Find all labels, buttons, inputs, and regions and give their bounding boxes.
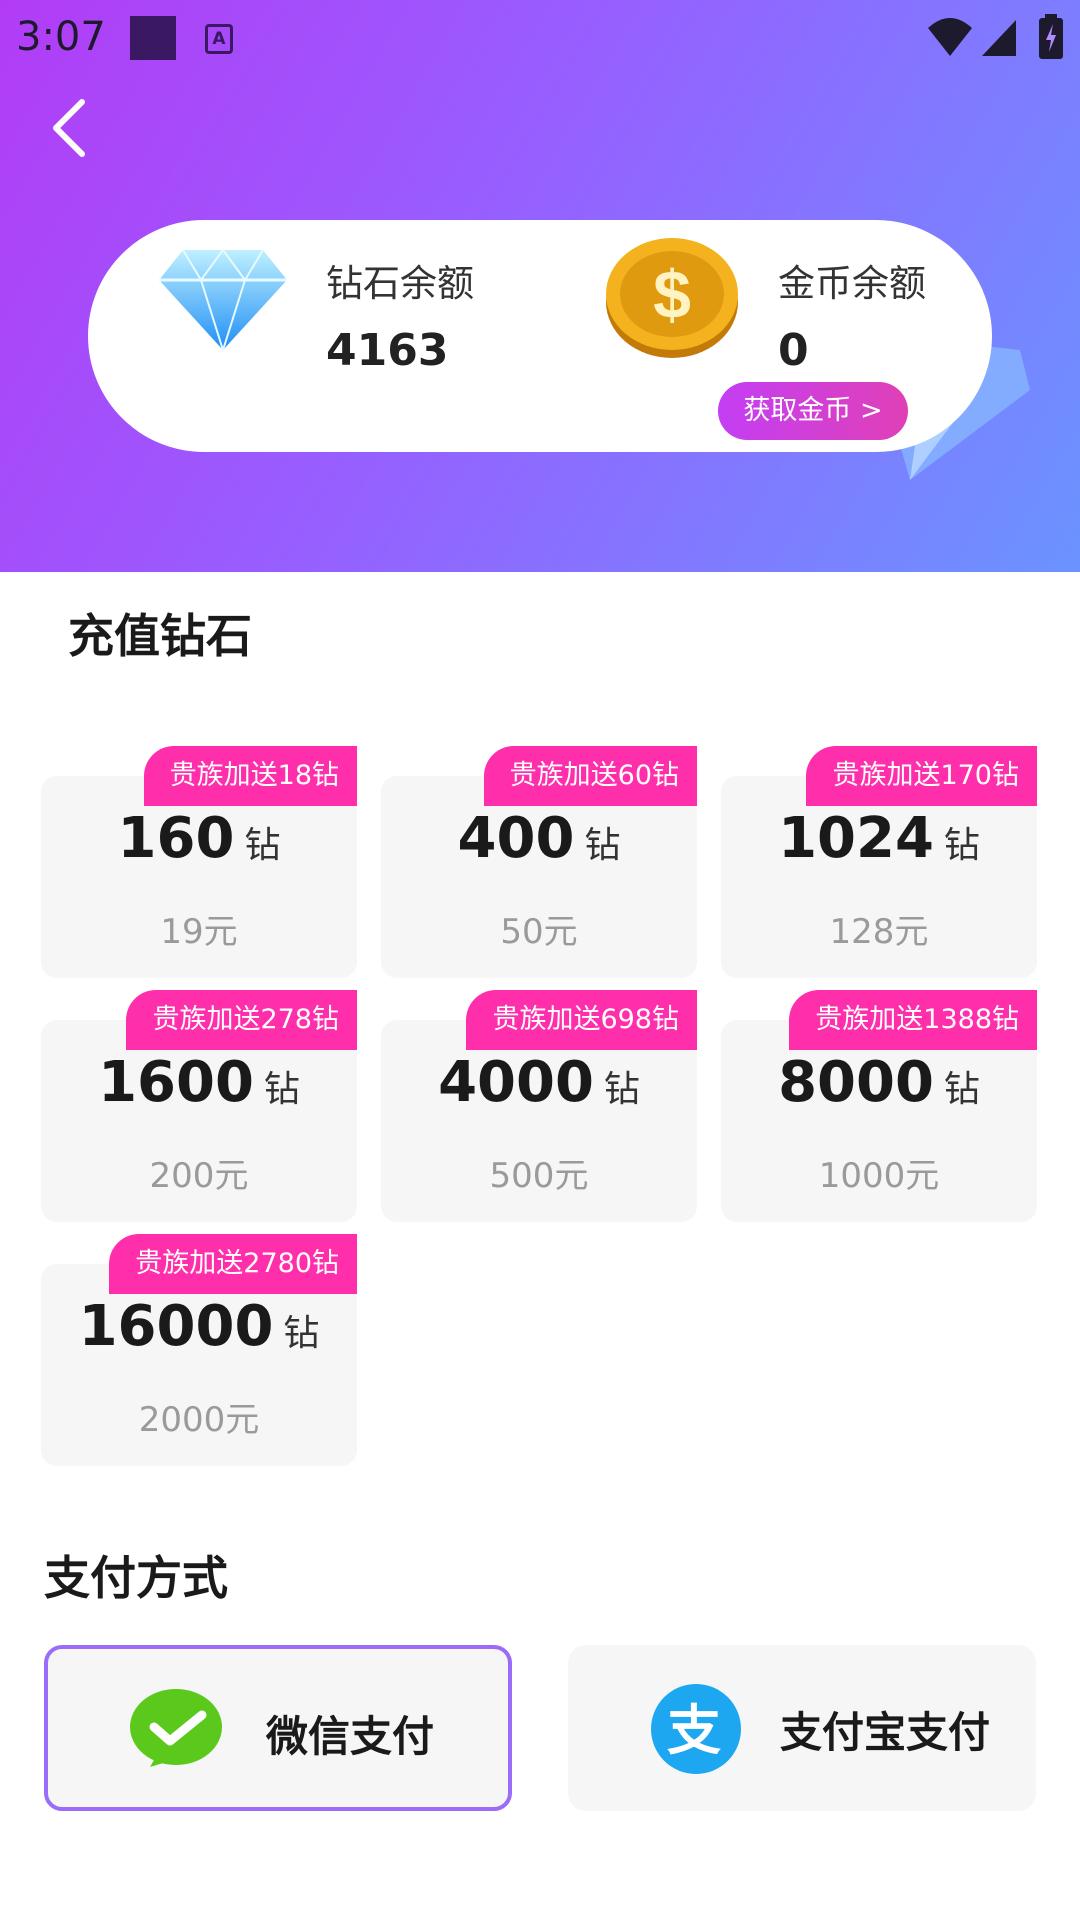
package-amount-row: 4000 钻	[381, 1050, 697, 1115]
package-bonus-badge: 贵族加送1388钻	[789, 990, 1037, 1050]
diamond-package[interactable]: 贵族加送2780钻 16000 钻 2000元	[41, 1234, 357, 1466]
package-amount-row: 8000 钻	[721, 1050, 1037, 1115]
package-price: 200元	[149, 1156, 249, 1196]
package-unit: 钻	[943, 825, 980, 866]
diamond-balance-label: 钻石余额	[326, 262, 474, 305]
package-unit: 钻	[263, 1069, 300, 1110]
alipay-label: 支付宝支付	[780, 1708, 991, 1757]
package-bonus-badge: 贵族加送698钻	[466, 990, 697, 1050]
coin-icon: $	[606, 238, 738, 358]
package-amount: 16000	[78, 1294, 274, 1359]
status-time: 3:07	[16, 14, 106, 60]
alipay-icon: 支	[651, 1684, 741, 1774]
signal-icon	[982, 20, 1016, 56]
wechat-pay-label: 微信支付	[266, 1712, 435, 1761]
alipay-option[interactable]: 支 支付宝支付	[568, 1645, 1036, 1811]
package-amount: 4000	[438, 1050, 594, 1115]
diamond-package[interactable]: 贵族加送698钻 4000 钻 500元	[381, 990, 697, 1222]
diamond-icon	[159, 248, 287, 354]
package-amount: 400	[457, 806, 575, 871]
coin-balance-label: 金币余额	[778, 262, 926, 305]
battery-icon	[1039, 14, 1063, 59]
package-bonus-badge: 贵族加送60钻	[483, 746, 697, 806]
package-amount: 8000	[778, 1050, 934, 1115]
diamond-package[interactable]: 贵族加送170钻 1024 钻 128元	[721, 746, 1037, 978]
diamond-package[interactable]: 贵族加送60钻 400 钻 50元	[381, 746, 697, 978]
package-unit: 钻	[244, 825, 281, 866]
package-amount-row: 16000 钻	[41, 1294, 357, 1359]
chevron-left-icon	[53, 99, 85, 157]
package-amount: 1024	[778, 806, 934, 871]
package-bonus-badge: 贵族加送170钻	[806, 746, 1037, 806]
package-amount-row: 1600 钻	[41, 1050, 357, 1115]
package-amount: 160	[117, 806, 235, 871]
app-badge-icon: A	[205, 24, 233, 54]
coin-balance-value: 0	[778, 325, 809, 376]
svg-text:支: 支	[667, 1699, 721, 1762]
package-price: 500元	[489, 1156, 589, 1196]
diamond-package[interactable]: 贵族加送278钻 1600 钻 200元	[41, 990, 357, 1222]
package-unit: 钻	[283, 1313, 320, 1354]
svg-text:$: $	[653, 257, 691, 333]
get-coins-button[interactable]: 获取金币 >	[718, 382, 908, 440]
package-price: 19元	[160, 912, 238, 952]
package-bonus-badge: 贵族加送2780钻	[109, 1234, 357, 1294]
recharge-title: 充值钻石	[68, 609, 252, 663]
package-amount: 1600	[98, 1050, 254, 1115]
wechat-pay-icon	[130, 1689, 222, 1767]
package-amount-row: 160 钻	[41, 806, 357, 871]
wechat-pay-option[interactable]: 微信支付	[44, 1645, 512, 1811]
package-price: 128元	[829, 912, 929, 952]
diamond-package[interactable]: 贵族加送18钻 160 钻 19元	[41, 746, 357, 978]
package-price: 50元	[500, 912, 578, 952]
wifi-icon	[928, 18, 972, 56]
package-unit: 钻	[943, 1069, 980, 1110]
status-bar: 3:07 A	[0, 0, 1080, 78]
diamond-balance-value: 4163	[326, 325, 449, 376]
package-unit: 钻	[584, 825, 621, 866]
package-price: 1000元	[818, 1156, 940, 1196]
back-button[interactable]	[40, 92, 96, 164]
package-price: 2000元	[138, 1400, 260, 1440]
package-unit: 钻	[603, 1069, 640, 1110]
package-bonus-badge: 贵族加送18钻	[143, 746, 357, 806]
notification-icon	[130, 16, 176, 60]
diamond-package[interactable]: 贵族加送1388钻 8000 钻 1000元	[721, 990, 1037, 1222]
payment-title: 支付方式	[44, 1551, 228, 1605]
package-amount-row: 1024 钻	[721, 806, 1037, 871]
package-bonus-badge: 贵族加送278钻	[126, 990, 357, 1050]
package-amount-row: 400 钻	[381, 806, 697, 871]
